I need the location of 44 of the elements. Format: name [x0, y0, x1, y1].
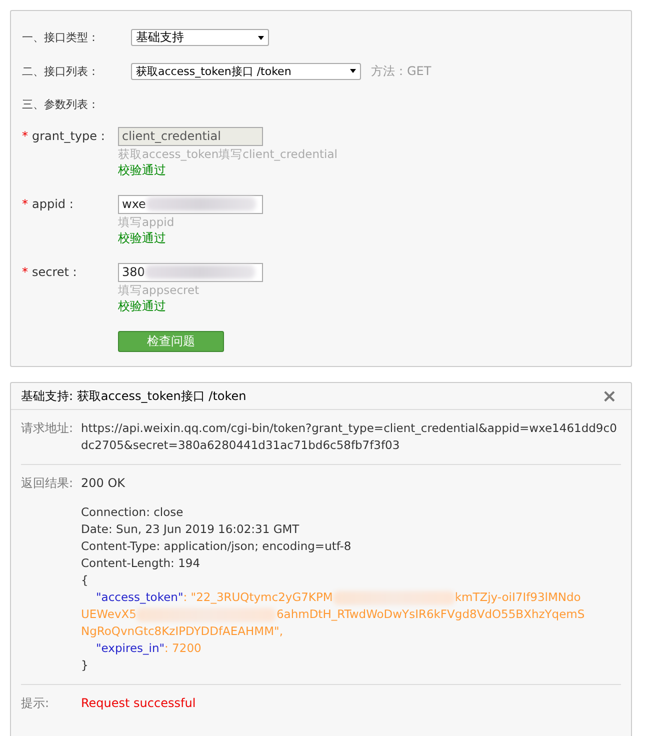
header-line: Connection: close: [81, 504, 184, 521]
json-value: UEWevX5: [81, 606, 136, 623]
param-input[interactable]: 380: [118, 263, 263, 282]
method-text: 方法：GET: [371, 62, 432, 80]
brace-text: }: [81, 657, 90, 674]
close-icon[interactable]: ×: [602, 386, 617, 406]
json-value: 6ahmDtH_RTwdWoDwYsIR6kFVgd8VdO55BXhzYqemS: [276, 606, 585, 623]
tip-text: Request successful: [81, 695, 197, 712]
json-value: NgRoQvnGtc8KzIPDYDDfAEAHMM",: [81, 623, 283, 640]
result-title: 基础支持: 获取access_token接口 /token: [21, 388, 246, 404]
dropdown-icon: [350, 69, 356, 74]
type-select[interactable]: 基础支持: [131, 29, 269, 46]
field-label: 一、接口类型：: [22, 30, 100, 46]
brace-text: {: [81, 572, 90, 589]
param-label: appid :: [32, 197, 74, 212]
validation-text: 校验通过: [118, 230, 167, 246]
status-text: 200 OK: [81, 475, 126, 492]
param-label: secret :: [32, 265, 77, 280]
field-label: 提示:: [21, 695, 50, 712]
section-label: 三、参数列表：: [22, 97, 100, 112]
api-select[interactable]: 获取access_token接口 /token: [131, 62, 361, 80]
field-label: 二、接口列表：: [22, 64, 100, 79]
validation-text: 校验通过: [118, 298, 167, 314]
header-line: Date: Sun, 23 Jun 2019 16:02:31 GMT: [81, 521, 300, 538]
hint-text: 获取access_token填写client_credential: [118, 146, 338, 162]
param-input[interactable]: wxe: [118, 195, 263, 214]
required-mark: *: [22, 265, 28, 280]
json-value: : "22_3RUQtymc2yG7KPM: [183, 589, 333, 606]
request-url: https://api.weixin.qq.com/cgi-bin/token?grant_type=client_credential&appid=wxe1461dd9c0dc2705&secret=380a6280441d31ac71bd6c58fb7f3f03: [81, 420, 618, 454]
field-label: 返回结果:: [21, 475, 74, 492]
hint-text: 填写appid: [118, 214, 176, 230]
required-mark: *: [22, 197, 28, 212]
param-label: grant_type :: [32, 129, 105, 144]
field-label: 请求地址:: [21, 420, 74, 437]
json-value: : 7200: [164, 640, 202, 657]
json-key: "expires_in": [96, 640, 165, 657]
header-line: Content-Length: 194: [81, 555, 202, 572]
json-value: kmTZjy-oiI7If93lMNdo: [454, 589, 581, 606]
validation-text: 校验通过: [118, 162, 167, 178]
dropdown-icon: [258, 36, 264, 40]
header-line: Content-Type: application/json; encoding=utf-8: [81, 538, 352, 555]
json-key: "access_token": [96, 589, 184, 606]
hint-text: 填写appsecret: [118, 282, 200, 298]
required-mark: *: [22, 129, 28, 144]
